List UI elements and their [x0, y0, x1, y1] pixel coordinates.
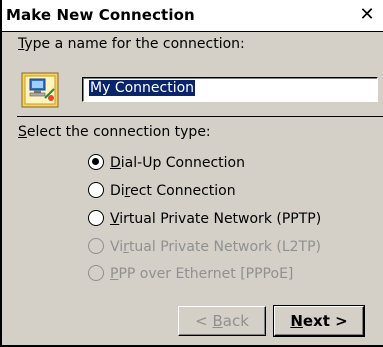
radio-button	[88, 238, 104, 254]
network-connection-icon	[21, 72, 59, 108]
radio-label: Dial-Up Connection	[110, 155, 245, 171]
section-divider	[17, 116, 383, 117]
radio-label: Direct Connection	[110, 183, 236, 199]
connection-name-value: My Connection	[89, 80, 196, 96]
back-button: < Back	[178, 306, 266, 336]
radio-button[interactable]	[88, 182, 104, 198]
connection-name-label: Type a name for the connection:	[18, 36, 245, 52]
connection-name-input[interactable]: My Connection	[82, 77, 378, 102]
connection-type-label: Select the connection type:	[18, 124, 211, 140]
radio-label: PPP over Ethernet [PPPoE]	[110, 266, 294, 282]
radio-label: Virtual Private Network (PPTP)	[110, 211, 322, 227]
dialog-title: Make New Connection	[6, 6, 195, 24]
title-bar[interactable]: Make New Connection ✕	[2, 0, 383, 32]
close-button[interactable]: ✕	[357, 5, 377, 25]
radio-label: Virtual Private Network (L2TP)	[110, 239, 322, 255]
radio-selected-dot	[92, 158, 99, 165]
radio-button	[88, 265, 104, 281]
next-button[interactable]: Next >	[273, 305, 365, 337]
radio-button[interactable]	[88, 210, 104, 226]
close-icon: ✕	[359, 4, 375, 25]
radio-button[interactable]	[88, 154, 104, 170]
make-new-connection-dialog: Make New Connection ✕ Type a name for th…	[0, 0, 383, 347]
